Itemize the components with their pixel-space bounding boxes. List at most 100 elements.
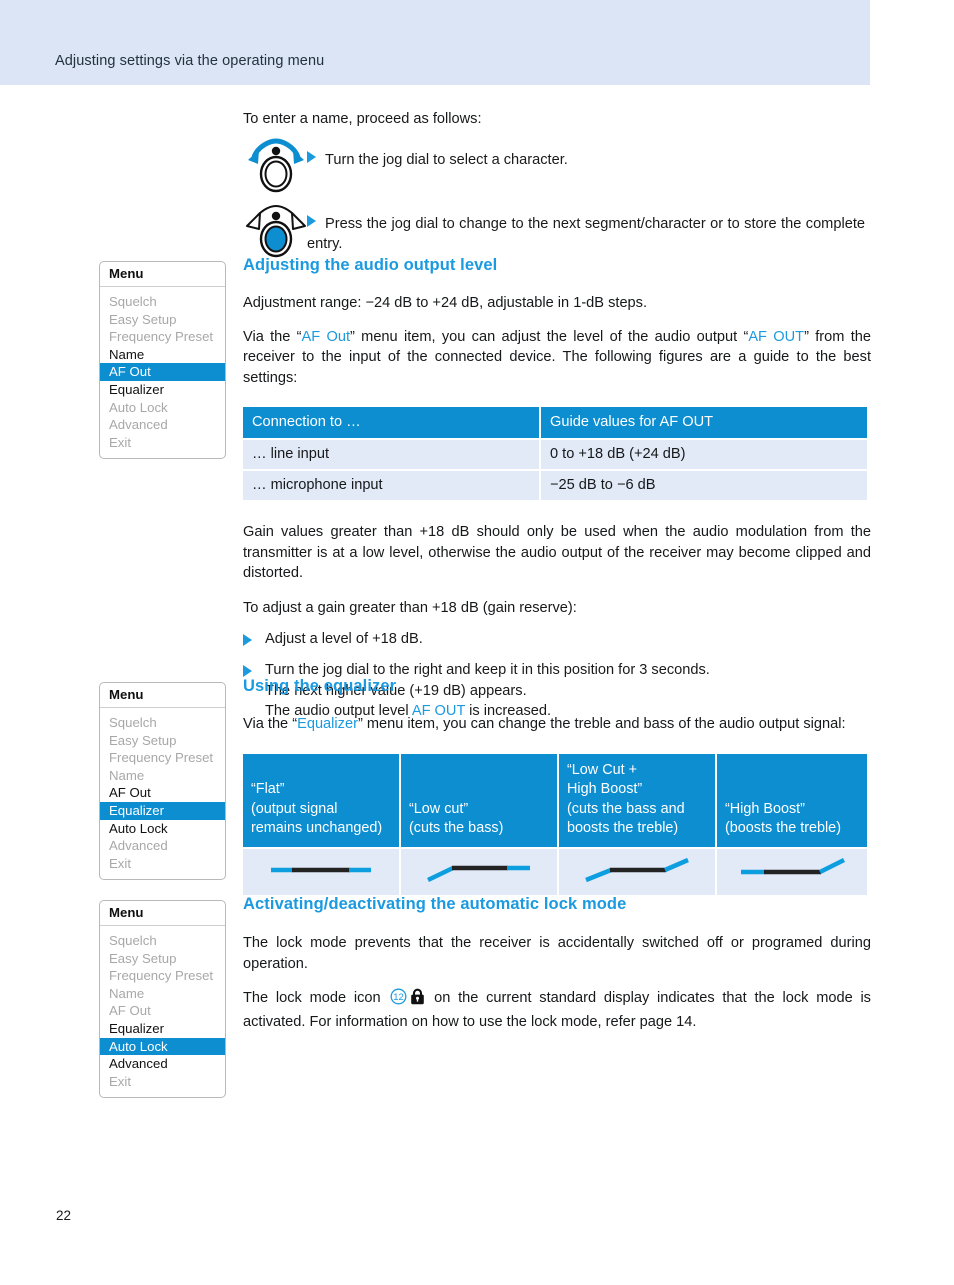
equalizer-modes-table: “Flat” (output signal remains unchanged)…: [241, 752, 869, 897]
jog-dial-turn-icon: [245, 137, 307, 196]
menu-title: Menu: [100, 901, 225, 926]
menu-item-easy-setup[interactable]: Easy Setup: [100, 311, 225, 329]
af-out-description: Via the “AF Out” menu item, you can adju…: [243, 327, 871, 389]
intro-step-1-text: Turn the jog dial to select a character.: [307, 138, 568, 171]
menu-item-auto-lock[interactable]: Auto Lock: [100, 399, 225, 417]
menu-screenshot-equalizer: Menu Squelch Easy Setup Frequency Preset…: [99, 682, 226, 881]
gain-reserve-lead: To adjust a gain greater than +18 dB (ga…: [243, 599, 577, 616]
callout-number-12-icon: 12: [390, 988, 407, 1012]
text-fragment: Via the “: [243, 328, 302, 345]
eq-curve-flat: [243, 848, 399, 895]
menu-title: Menu: [100, 262, 225, 287]
bullet-text: Adjust a level of +18 dB.: [265, 631, 423, 647]
table-row: … line input 0 to +18 dB (+24 dB): [243, 440, 867, 469]
label-line: (cuts the bass and: [567, 800, 685, 817]
af-out-menu-link: AF Out: [301, 328, 351, 345]
adjustment-range-text: Adjustment range: −24 dB to +24 dB, adju…: [243, 295, 648, 311]
high-boost-response-curve-icon: [741, 857, 846, 875]
menu-item-af-out[interactable]: AF Out: [100, 363, 225, 381]
menu-item-equalizer[interactable]: Equalizer: [100, 801, 225, 820]
menu-item-easy-setup[interactable]: Easy Setup: [100, 732, 225, 750]
label-line: “High Boost”: [725, 800, 805, 817]
af-out-signal-link: AF OUT: [748, 328, 805, 345]
label-line: (cuts the bass): [409, 820, 504, 836]
label-line: boosts the treble): [567, 820, 679, 836]
low-cut-high-boost-response-curve-icon: [585, 857, 689, 883]
section-heading: Activating/deactivating the automatic lo…: [243, 895, 627, 913]
step-label: Turn the jog dial to select a character.: [325, 151, 568, 168]
menu-item-squelch[interactable]: Squelch: [100, 293, 225, 311]
table-header-guide-values: Guide values for AF OUT: [541, 407, 867, 438]
bullet-triangle-icon: [307, 214, 316, 227]
menu-title: Menu: [100, 683, 225, 708]
menu-item-advanced[interactable]: Advanced: [100, 416, 225, 434]
menu-item-frequency-preset[interactable]: Frequency Preset: [100, 328, 225, 346]
flat-response-curve-icon: [271, 867, 371, 873]
lock-mode-icon-description: The lock mode icon 12 on the current sta…: [243, 988, 871, 1032]
menu-item-auto-lock[interactable]: Auto Lock: [100, 820, 225, 838]
page-header-title: Adjusting settings via the operating men…: [55, 53, 325, 69]
gain-warning-text: Gain values greater than +18 dB should o…: [243, 524, 871, 581]
text-fragment: Via the “: [243, 716, 298, 732]
eq-curve-low-cut-high-boost: [559, 848, 715, 895]
label-line: (boosts the treble): [725, 820, 841, 836]
text-fragment: ” menu item, you can change the treble a…: [357, 716, 846, 732]
label-line: “Low Cut +: [567, 761, 637, 778]
lock-mode-description: The lock mode prevents that the receiver…: [243, 935, 871, 972]
cell-value-line-input: 0 to +18 dB (+24 dB): [541, 440, 867, 469]
menu-item-af-out[interactable]: AF Out: [100, 784, 225, 802]
svg-text:12: 12: [394, 992, 405, 1003]
menu-item-advanced[interactable]: Advanced: [100, 1055, 225, 1073]
menu-item-equalizer[interactable]: Equalizer: [100, 1020, 225, 1038]
menu-item-list: Squelch Easy Setup Frequency Preset Name…: [100, 926, 225, 1097]
padlock-icon: [410, 988, 425, 1012]
menu-item-frequency-preset[interactable]: Frequency Preset: [100, 749, 225, 767]
bullet-triangle-icon: [307, 150, 316, 163]
menu-item-name[interactable]: Name: [100, 767, 225, 785]
menu-item-advanced[interactable]: Advanced: [100, 837, 225, 855]
menu-item-frequency-preset[interactable]: Frequency Preset: [100, 967, 225, 985]
label-line: High Boost”: [567, 781, 643, 797]
section-using-the-equalizer: Using the equalizer Via the “Equalizer” …: [243, 677, 871, 897]
menu-item-squelch[interactable]: Squelch: [100, 932, 225, 950]
cell-connection-microphone-input: … microphone input: [243, 471, 539, 500]
eq-header-low-cut-high-boost: “Low Cut + High Boost” (cuts the bass an…: [559, 753, 715, 847]
intro-step-2: Press the jog dial to change to the next…: [243, 202, 871, 260]
section-automatic-lock-mode: Activating/deactivating the automatic lo…: [243, 895, 871, 1032]
eq-header-low-cut: “Low cut” (cuts the bass): [401, 753, 557, 847]
low-cut-response-curve-icon: [427, 865, 530, 883]
table-header-row: “Flat” (output signal remains unchanged)…: [243, 753, 867, 847]
label-line: “Low cut”: [409, 800, 469, 817]
menu-screenshot-af-out: Menu Squelch Easy Setup Frequency Preset…: [99, 261, 226, 460]
section-heading: Adjusting the audio output level: [243, 256, 498, 274]
menu-item-auto-lock[interactable]: Auto Lock: [100, 1037, 225, 1056]
label-line: (output signal: [251, 800, 338, 817]
menu-item-name[interactable]: Name: [100, 985, 225, 1003]
table-row-curves: [243, 848, 867, 895]
eq-header-high-boost: “High Boost” (boosts the treble): [717, 753, 867, 847]
intro-step-1: Turn the jog dial to select a character.: [243, 137, 871, 196]
eq-header-flat: “Flat” (output signal remains unchanged): [243, 753, 399, 847]
equalizer-description: Via the “Equalizer” menu item, you can c…: [243, 714, 871, 735]
label-line: remains unchanged): [251, 820, 383, 836]
menu-item-equalizer[interactable]: Equalizer: [100, 381, 225, 399]
table-header-connection: Connection to …: [243, 407, 539, 438]
intro-lead: To enter a name, proceed as follows:: [243, 111, 482, 127]
af-out-table-wrapper: Connection to … Guide values for AF OUT …: [243, 405, 871, 502]
label-line: “Flat”: [251, 781, 285, 797]
equalizer-table-wrapper: “Flat” (output signal remains unchanged)…: [243, 752, 871, 897]
cell-connection-line-input: … line input: [243, 440, 539, 469]
step-label: Press the jog dial to change to the next…: [307, 215, 865, 253]
intro-block: To enter a name, proceed as follows: Tur…: [243, 109, 871, 260]
menu-item-af-out[interactable]: AF Out: [100, 1002, 225, 1020]
menu-item-name[interactable]: Name: [100, 346, 225, 364]
jog-dial-press-icon: [245, 202, 307, 260]
eq-curve-low-cut: [401, 848, 557, 895]
menu-item-squelch[interactable]: Squelch: [100, 714, 225, 732]
menu-item-exit[interactable]: Exit: [100, 855, 225, 873]
menu-item-exit[interactable]: Exit: [100, 434, 225, 452]
menu-item-list: Squelch Easy Setup Frequency Preset Name…: [100, 708, 225, 879]
menu-item-exit[interactable]: Exit: [100, 1073, 225, 1091]
menu-item-easy-setup[interactable]: Easy Setup: [100, 950, 225, 968]
af-out-guide-table: Connection to … Guide values for AF OUT …: [241, 405, 869, 502]
